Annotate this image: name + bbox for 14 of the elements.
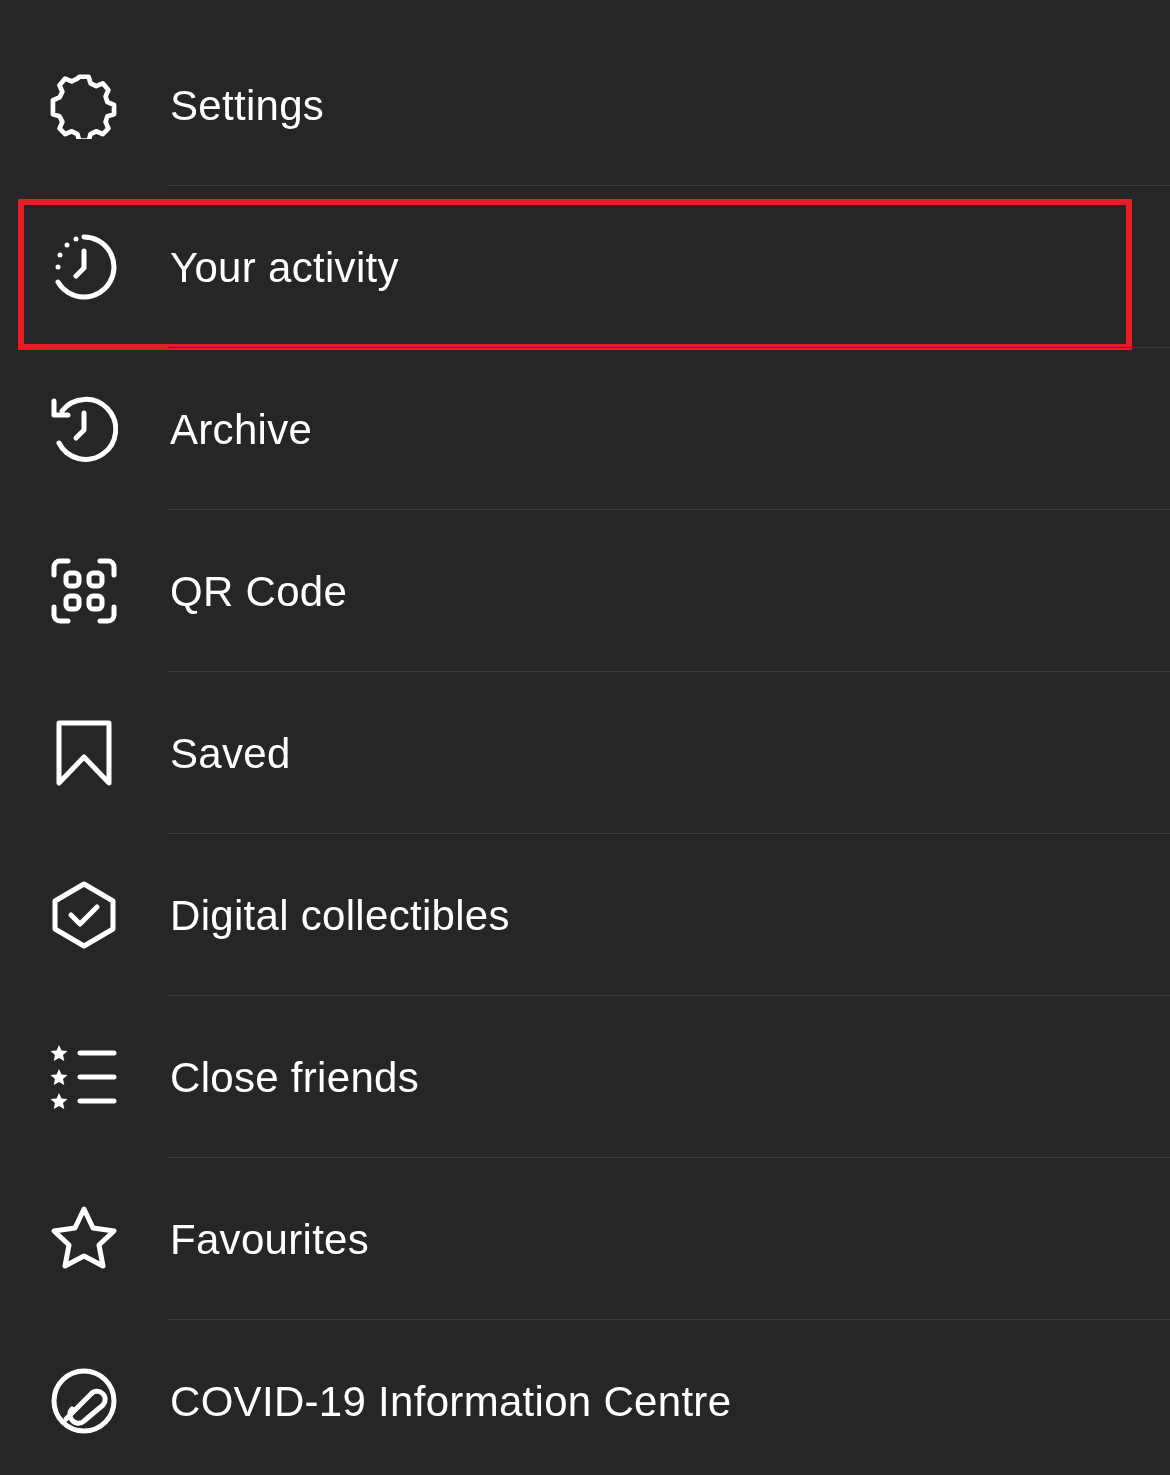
menu-item[interactable]: Close friends xyxy=(170,1045,419,1109)
qr-code-icon xyxy=(50,557,118,625)
gear-icon xyxy=(50,71,118,139)
menu-item[interactable]: Digital collectibles xyxy=(170,883,510,947)
starred-list-icon xyxy=(50,1043,118,1111)
menu-item[interactable]: Settings xyxy=(170,73,325,137)
menu-item[interactable]: COVID-19 Information Centre xyxy=(170,1369,732,1433)
history-icon xyxy=(50,395,118,463)
check-shield-icon xyxy=(50,881,118,949)
menu-item[interactable]: Your activity xyxy=(170,235,399,299)
menu-item[interactable]: Saved xyxy=(170,721,291,785)
menu-item[interactable]: QR Code xyxy=(170,559,348,623)
menu-item[interactable]: Favourites xyxy=(170,1207,370,1271)
menu-item[interactable]: Archive xyxy=(170,397,313,461)
